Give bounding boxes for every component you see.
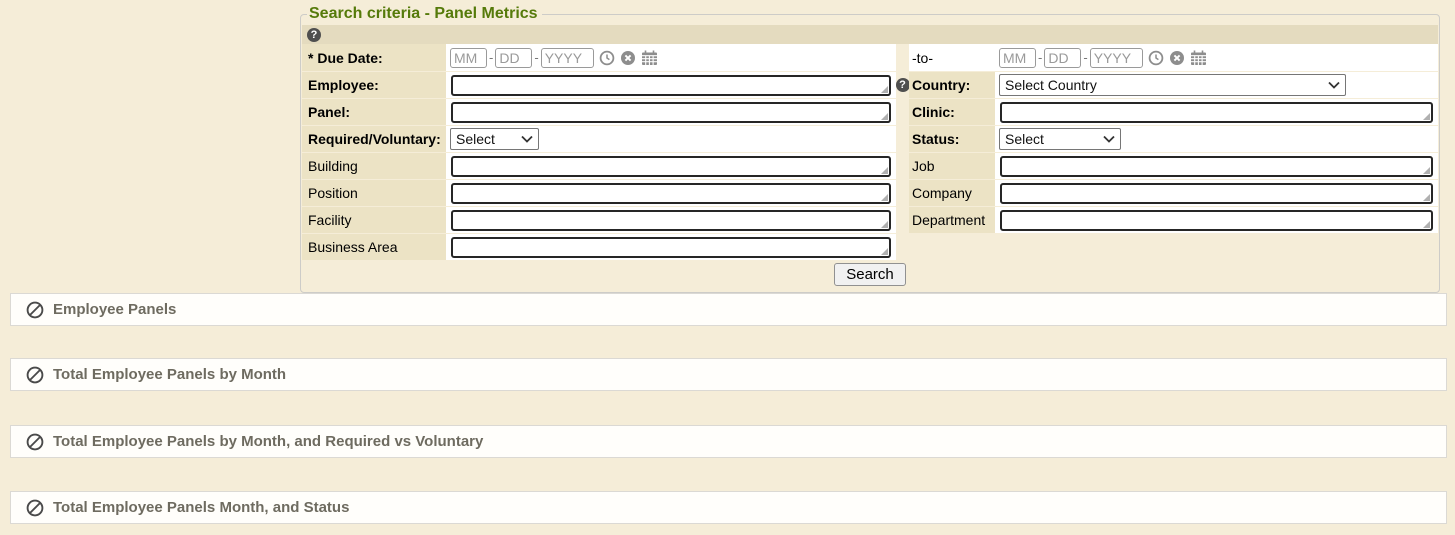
date-separator: - <box>489 50 493 65</box>
no-data-icon <box>26 433 44 451</box>
due-date-to-group: - - <box>999 48 1207 68</box>
form-help-icon[interactable]: ? <box>307 28 321 42</box>
company-cell <box>995 180 1438 206</box>
panel-input[interactable] <box>451 102 891 123</box>
due-date-from-month-input[interactable] <box>450 48 487 68</box>
section-total-panels-by-month[interactable]: Total Employee Panels by Month <box>10 358 1447 391</box>
page: Search criteria - Panel Metrics ? * Due … <box>0 0 1455 535</box>
due-date-to-year-input[interactable] <box>1090 48 1143 68</box>
date-separator: - <box>1083 50 1087 65</box>
required-status-row: Required/Voluntary: Select Status: Selec… <box>302 125 1438 152</box>
due-date-to-day-input[interactable] <box>1044 48 1081 68</box>
panel-clinic-row: Panel: Clinic: <box>302 98 1438 125</box>
calendar-icon[interactable] <box>1190 50 1207 66</box>
panel-label: Panel: <box>302 99 446 125</box>
job-cell <box>995 153 1438 179</box>
facility-input[interactable] <box>451 210 891 231</box>
no-data-icon <box>26 301 44 319</box>
position-company-row: Position Company <box>302 179 1438 206</box>
calendar-icon[interactable] <box>641 50 658 66</box>
facility-label: Facility <box>302 207 446 233</box>
position-input[interactable] <box>451 183 891 204</box>
employee-label: Employee: <box>302 72 446 98</box>
position-cell <box>446 180 896 206</box>
section-total-panels-required-vs-voluntary[interactable]: Total Employee Panels by Month, and Requ… <box>10 425 1447 458</box>
section-employee-panels[interactable]: Employee Panels <box>10 293 1447 326</box>
required-voluntary-select-value: Select <box>456 131 495 147</box>
section-title: Total Employee Panels by Month, and Requ… <box>53 433 483 450</box>
job-label: Job <box>909 153 995 179</box>
no-data-icon <box>26 366 44 384</box>
to-label: -to- <box>909 44 995 71</box>
help-bar: ? <box>302 25 1438 44</box>
time-picker-icon[interactable] <box>1148 50 1164 66</box>
building-cell <box>446 153 896 179</box>
facility-cell <box>446 207 896 233</box>
section-title: Total Employee Panels Month, and Status <box>53 499 349 516</box>
department-label: Department <box>909 207 995 233</box>
due-date-to-month-input[interactable] <box>999 48 1036 68</box>
column-gap <box>896 44 909 71</box>
search-button[interactable]: Search <box>834 263 906 286</box>
business-area-row: Business Area <box>302 233 1438 260</box>
due-date-to-cell: - - <box>995 44 1438 71</box>
section-title: Employee Panels <box>53 301 176 318</box>
due-date-from-day-input[interactable] <box>495 48 532 68</box>
due-date-row: * Due Date: - - <box>302 44 1438 71</box>
business-area-label: Business Area <box>302 234 446 260</box>
clinic-cell <box>995 99 1438 125</box>
section-total-panels-month-status[interactable]: Total Employee Panels Month, and Status <box>10 491 1447 524</box>
chevron-down-icon <box>1328 81 1340 89</box>
country-cell: Select Country <box>995 72 1438 98</box>
country-select-value: Select Country <box>1005 77 1097 93</box>
search-criteria-legend: Search criteria - Panel Metrics <box>307 5 542 23</box>
country-label: Country: <box>912 77 970 93</box>
business-area-input[interactable] <box>451 237 891 258</box>
date-separator: - <box>1038 50 1042 65</box>
employee-input[interactable] <box>451 75 891 96</box>
required-voluntary-cell: Select <box>446 126 896 152</box>
chevron-down-icon <box>521 135 533 143</box>
search-button-row: Search <box>302 263 1438 286</box>
company-input[interactable] <box>1000 183 1433 204</box>
building-input[interactable] <box>451 156 891 177</box>
job-input[interactable] <box>1000 156 1433 177</box>
clear-date-icon[interactable] <box>1169 50 1185 66</box>
due-date-label: * Due Date: <box>302 44 446 71</box>
clear-date-icon[interactable] <box>620 50 636 66</box>
employee-cell <box>446 72 896 98</box>
clinic-label: Clinic: <box>909 99 995 125</box>
building-label: Building <box>302 153 446 179</box>
facility-department-row: Facility Department <box>302 206 1438 233</box>
employee-help-icon[interactable]: ? <box>896 78 910 92</box>
position-label: Position <box>302 180 446 206</box>
country-label-cell: Country: <box>909 72 995 98</box>
time-picker-icon[interactable] <box>599 50 615 66</box>
status-select[interactable]: Select <box>999 128 1121 150</box>
due-date-from-cell: - - <box>446 44 896 71</box>
department-cell <box>995 207 1438 233</box>
department-input[interactable] <box>1000 210 1433 231</box>
panel-cell <box>446 99 896 125</box>
no-data-icon <box>26 499 44 517</box>
clinic-input[interactable] <box>1000 102 1433 123</box>
required-voluntary-label: Required/Voluntary: <box>302 126 446 152</box>
due-date-from-group: - - <box>450 48 658 68</box>
required-voluntary-select[interactable]: Select <box>450 128 539 150</box>
due-date-from-year-input[interactable] <box>541 48 594 68</box>
company-label: Company <box>909 180 995 206</box>
building-job-row: Building Job <box>302 152 1438 179</box>
status-cell: Select <box>995 126 1438 152</box>
employee-country-row: Employee: ? Country: Select Country <box>302 71 1438 98</box>
section-title: Total Employee Panels by Month <box>53 366 286 383</box>
date-separator: - <box>534 50 538 65</box>
country-select[interactable]: Select Country <box>999 74 1346 96</box>
chevron-down-icon <box>1103 135 1115 143</box>
status-select-value: Select <box>1005 131 1044 147</box>
search-criteria-panel: Search criteria - Panel Metrics ? * Due … <box>300 5 1440 293</box>
status-label: Status: <box>909 126 995 152</box>
business-area-cell <box>446 234 896 260</box>
